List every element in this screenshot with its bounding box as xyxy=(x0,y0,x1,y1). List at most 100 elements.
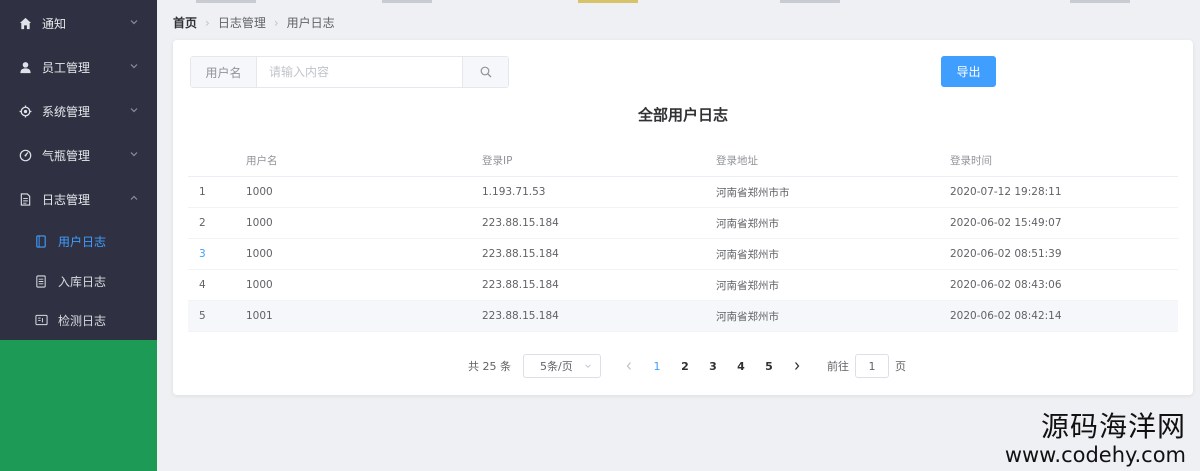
cell-time: 2020-07-12 19:28:11 xyxy=(950,186,1062,198)
sidebar-subitem-label: 检测日志 xyxy=(58,313,107,328)
breadcrumb-logs[interactable]: 日志管理 xyxy=(218,14,266,31)
home-icon xyxy=(18,16,32,30)
table-row[interactable]: 1 1000 1.193.71.53 河南省郑州市市 2020-07-12 19… xyxy=(188,177,1178,208)
page-button-5[interactable]: 5 xyxy=(755,354,783,378)
row-index: 5 xyxy=(199,310,206,322)
cell-address: 河南省郑州市市 xyxy=(716,186,790,199)
cell-ip: 223.88.15.184 xyxy=(482,248,559,260)
chevron-left-icon xyxy=(626,362,631,370)
pagination-total: 共 25 条 xyxy=(468,360,511,373)
top-bar-segment xyxy=(382,0,432,3)
prev-page-button[interactable] xyxy=(615,354,643,378)
page-button-4[interactable]: 4 xyxy=(727,354,755,378)
cell-username: 1000 xyxy=(246,186,273,198)
page-size-value: 5条/页 xyxy=(540,360,573,373)
panel-icon xyxy=(34,313,48,327)
search-input[interactable] xyxy=(257,57,462,87)
sidebar-item-label: 系统管理 xyxy=(42,104,91,119)
list-icon xyxy=(34,274,48,288)
breadcrumb-home[interactable]: 首页 xyxy=(173,14,197,31)
column-header-username[interactable]: 用户名 xyxy=(240,153,476,168)
cell-address: 河南省郑州市 xyxy=(716,279,779,292)
cell-ip: 223.88.15.184 xyxy=(482,217,559,229)
sidebar-subitem-label: 用户日志 xyxy=(58,234,107,249)
table-header-row: 用户名 登录IP 登录地址 登录时间 xyxy=(188,145,1178,177)
export-button[interactable]: 导出 xyxy=(941,56,996,87)
main-card: 用户名 导出 全部用户日志 用户名 登录IP 登录地址 登录时间 1 1000 … xyxy=(173,40,1193,395)
cell-time: 2020-06-02 15:49:07 xyxy=(950,217,1062,229)
cell-ip: 223.88.15.184 xyxy=(482,279,559,291)
row-index: 4 xyxy=(199,279,206,291)
search-icon xyxy=(480,66,491,78)
chevron-right-icon xyxy=(795,362,800,370)
breadcrumb-separator-icon: › xyxy=(273,15,279,30)
chevron-down-icon xyxy=(130,64,138,69)
user-icon xyxy=(18,60,32,74)
column-header-address[interactable]: 登录地址 xyxy=(710,153,944,168)
top-bar-segment xyxy=(578,0,638,3)
page-icon xyxy=(34,234,48,248)
sidebar-subitem-stock-log[interactable]: 入库日志 xyxy=(0,261,157,301)
cell-ip: 223.88.15.184 xyxy=(482,310,559,322)
watermark-url: www.codehy.com xyxy=(1004,443,1186,467)
sidebar-item-cylinder[interactable]: 气瓶管理 xyxy=(0,133,157,177)
gauge-icon xyxy=(18,148,32,162)
row-index: 1 xyxy=(199,186,206,198)
chevron-down-icon xyxy=(130,152,138,157)
goto-label: 前往 xyxy=(827,360,849,373)
goto-page-input[interactable] xyxy=(855,354,889,378)
table-row[interactable]: 5 1001 223.88.15.184 河南省郑州市 2020-06-02 0… xyxy=(188,301,1178,332)
cell-address: 河南省郑州市 xyxy=(716,310,779,323)
sidebar-footer-panel xyxy=(0,340,157,471)
chevron-down-icon xyxy=(130,108,138,113)
cell-time: 2020-06-02 08:42:14 xyxy=(950,310,1062,322)
sidebar-item-staff[interactable]: 员工管理 xyxy=(0,45,157,89)
sidebar-item-system[interactable]: 系统管理 xyxy=(0,89,157,133)
page-button-1[interactable]: 1 xyxy=(643,354,671,378)
watermark-cn: 源码海洋网 xyxy=(1040,410,1186,443)
table-row[interactable]: 3 1000 223.88.15.184 河南省郑州市 2020-06-02 0… xyxy=(188,239,1178,270)
sidebar-subitem-check-log[interactable]: 检测日志 xyxy=(0,300,157,340)
search-button[interactable] xyxy=(462,57,508,87)
cell-address: 河南省郑州市 xyxy=(716,248,779,261)
chevron-down-icon xyxy=(130,20,138,25)
sidebar-item-label: 通知 xyxy=(42,16,67,31)
pagination: 共 25 条 5条/页 1 2 3 4 5 前往 页 xyxy=(468,354,906,378)
page-size-select[interactable]: 5条/页 xyxy=(523,354,601,378)
sidebar-item-label: 员工管理 xyxy=(42,60,91,75)
cell-time: 2020-06-02 08:51:39 xyxy=(950,248,1062,260)
breadcrumb: 首页 › 日志管理 › 用户日志 xyxy=(173,14,335,31)
next-page-button[interactable] xyxy=(783,354,811,378)
cell-username: 1000 xyxy=(246,217,273,229)
watermark: 源码海洋网 www.codehy.com xyxy=(1005,412,1186,468)
gear-icon xyxy=(18,104,32,118)
cell-username: 1000 xyxy=(246,279,273,291)
sidebar-item-label: 日志管理 xyxy=(42,192,91,207)
cell-address: 河南省郑州市 xyxy=(716,217,779,230)
column-header-time[interactable]: 登录时间 xyxy=(944,153,1178,168)
top-bar-segment xyxy=(196,0,256,3)
chevron-up-icon xyxy=(130,195,138,200)
top-bar-segment xyxy=(780,0,840,3)
page-button-2[interactable]: 2 xyxy=(671,354,699,378)
table-row[interactable]: 4 1000 223.88.15.184 河南省郑州市 2020-06-02 0… xyxy=(188,270,1178,301)
sidebar-item-logs[interactable]: 日志管理 xyxy=(0,177,157,221)
sidebar-subitem-label: 入库日志 xyxy=(58,274,107,289)
cell-username: 1000 xyxy=(246,248,273,260)
goto-suffix: 页 xyxy=(895,360,906,373)
search-label: 用户名 xyxy=(191,57,257,87)
cell-ip: 1.193.71.53 xyxy=(482,186,546,198)
search-group: 用户名 xyxy=(190,56,509,88)
sidebar-subitem-user-log[interactable]: 用户日志 xyxy=(0,221,157,261)
table-row[interactable]: 2 1000 223.88.15.184 河南省郑州市 2020-06-02 1… xyxy=(188,208,1178,239)
cell-time: 2020-06-02 08:43:06 xyxy=(950,279,1062,291)
sidebar-item-notice[interactable]: 通知 xyxy=(0,1,157,45)
column-header-ip[interactable]: 登录IP xyxy=(476,153,710,168)
document-icon xyxy=(18,192,32,206)
pagination-jumper: 前往 页 xyxy=(827,354,906,378)
chevron-down-icon xyxy=(585,364,591,368)
top-bar-segment xyxy=(1070,0,1130,3)
table-title: 全部用户日志 xyxy=(637,106,728,124)
breadcrumb-separator-icon: › xyxy=(205,15,210,30)
page-button-3[interactable]: 3 xyxy=(699,354,727,378)
